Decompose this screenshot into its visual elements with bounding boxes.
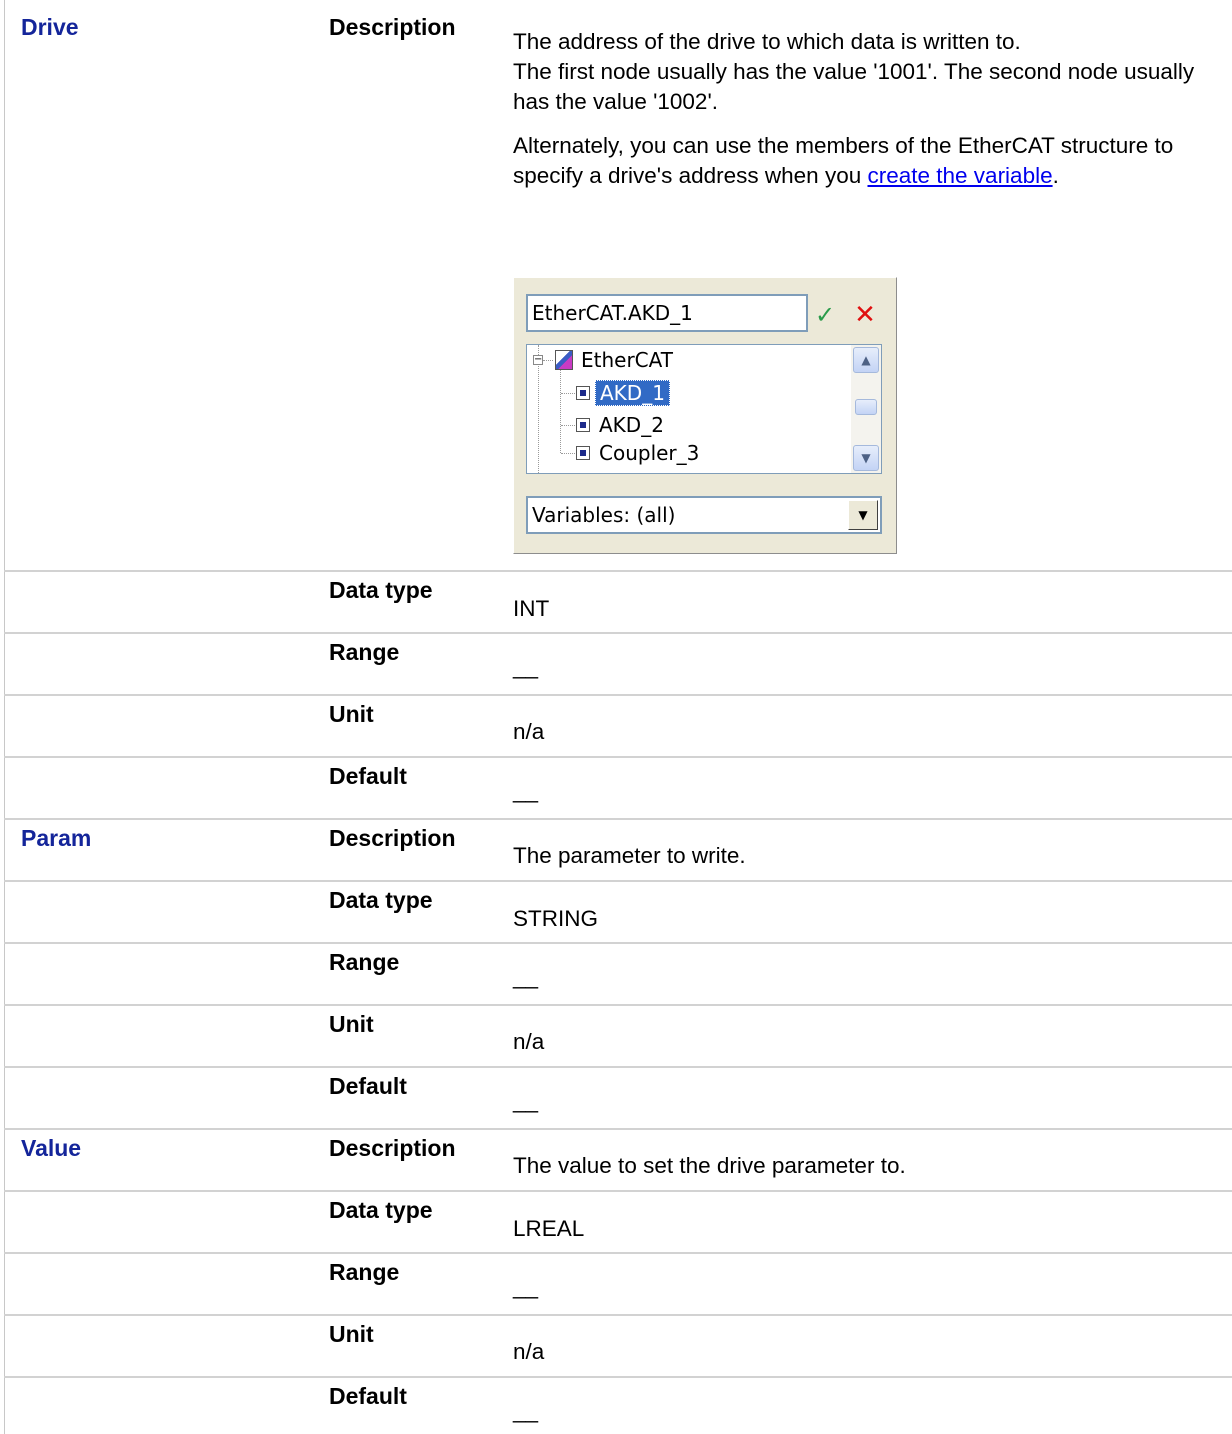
description-paragraph: Alternately, you can use the members of … [513, 131, 1213, 191]
row-divider [4, 1128, 1232, 1130]
row-divider [4, 1066, 1232, 1068]
description-line: The address of the drive to which data i… [513, 29, 1021, 54]
param-name-drive: Drive [21, 14, 79, 40]
node-icon [576, 386, 590, 400]
tree-item-label: AKD_2 [599, 413, 664, 437]
row-divider [4, 632, 1232, 634]
variable-tree: − EtherCAT AKD_1 AKD_2 Coupler_3 ▲ ▼ [526, 344, 882, 474]
datatype-label: Data type [329, 887, 433, 913]
tree-item-label: EtherCAT [581, 348, 673, 372]
row-divider [4, 1314, 1232, 1316]
datatype-label: Data type [329, 1197, 433, 1223]
description-line: The first node usually has the value '10… [513, 59, 1195, 114]
picker-input[interactable]: EtherCAT.AKD_1 [526, 294, 808, 332]
row-divider [4, 694, 1232, 696]
checkmark-icon[interactable]: ✓ [812, 302, 838, 328]
description-text: . [1052, 163, 1059, 188]
tree-guide-line [561, 425, 575, 426]
range-value: __ [513, 654, 539, 679]
node-icon [576, 418, 590, 432]
unit-label: Unit [329, 1321, 374, 1347]
datatype-value: STRING [513, 906, 599, 931]
tree-item-akd-1[interactable]: AKD_1 [595, 378, 670, 410]
unit-value: n/a [513, 719, 545, 744]
tree-guide-line [543, 360, 553, 361]
datatype-value: INT [513, 596, 550, 621]
unit-value: n/a [513, 1339, 545, 1364]
default-value: __ [513, 1398, 539, 1423]
range-label: Range [329, 1259, 400, 1285]
scroll-down-icon[interactable]: ▼ [853, 445, 879, 471]
description-label: Description [329, 14, 456, 40]
create-variable-link[interactable]: create the variable [867, 163, 1052, 188]
close-icon[interactable]: ✕ [852, 301, 878, 329]
variables-filter-select[interactable]: Variables: (all) ▼ [526, 496, 882, 534]
row-divider [4, 1252, 1232, 1254]
default-label: Default [329, 763, 407, 789]
description-text: Alternately, you can use the members of … [513, 133, 1174, 188]
row-divider [4, 942, 1232, 944]
drive-description: The address of the drive to which data i… [513, 27, 1213, 191]
table-left-border [4, 0, 5, 1434]
tree-scrollbar[interactable]: ▲ ▼ [851, 345, 881, 473]
range-value: __ [513, 964, 539, 989]
unit-value: n/a [513, 1029, 545, 1054]
unit-label: Unit [329, 701, 374, 727]
datatype-label: Data type [329, 577, 433, 603]
collapse-icon[interactable]: − [533, 355, 543, 365]
description-label: Description [329, 1135, 456, 1161]
row-divider [4, 880, 1232, 882]
default-value: __ [513, 1088, 539, 1113]
range-label: Range [329, 639, 400, 665]
node-icon [576, 446, 590, 460]
param-name-param: Param [21, 825, 92, 851]
row-divider [4, 570, 1232, 572]
default-label: Default [329, 1383, 407, 1409]
row-divider [4, 1190, 1232, 1192]
tree-guide-line [561, 453, 575, 454]
tree-item-label: AKD_1 [595, 380, 670, 406]
scroll-thumb[interactable] [855, 399, 877, 415]
tree-item-label: Coupler_3 [599, 441, 700, 465]
row-divider [4, 756, 1232, 758]
variable-picker: EtherCAT.AKD_1 ✓ ✕ − EtherCAT AKD_1 AKD_… [513, 277, 897, 554]
range-value: __ [513, 1274, 539, 1299]
unit-label: Unit [329, 1011, 374, 1037]
datatype-value: LREAL [513, 1216, 585, 1241]
default-value: __ [513, 778, 539, 803]
tree-guide-line [561, 393, 575, 394]
tree-item-ethercat[interactable]: EtherCAT [555, 345, 673, 377]
row-divider [4, 1376, 1232, 1378]
default-label: Default [329, 1073, 407, 1099]
param-description: The parameter to write. [513, 843, 746, 868]
tree-item-coupler-3[interactable]: Coupler_3 [599, 438, 699, 470]
range-label: Range [329, 949, 400, 975]
structure-icon [555, 350, 573, 370]
scroll-up-icon[interactable]: ▲ [853, 347, 879, 373]
filter-value: Variables: (all) [532, 503, 676, 527]
row-divider [4, 1004, 1232, 1006]
value-description: The value to set the drive parameter to. [513, 1153, 906, 1178]
parameter-table: Drive Description The address of the dri… [0, 0, 1232, 1434]
description-label: Description [329, 825, 456, 851]
row-divider [4, 818, 1232, 820]
dropdown-arrow-icon[interactable]: ▼ [848, 500, 878, 530]
param-name-value: Value [21, 1135, 82, 1161]
